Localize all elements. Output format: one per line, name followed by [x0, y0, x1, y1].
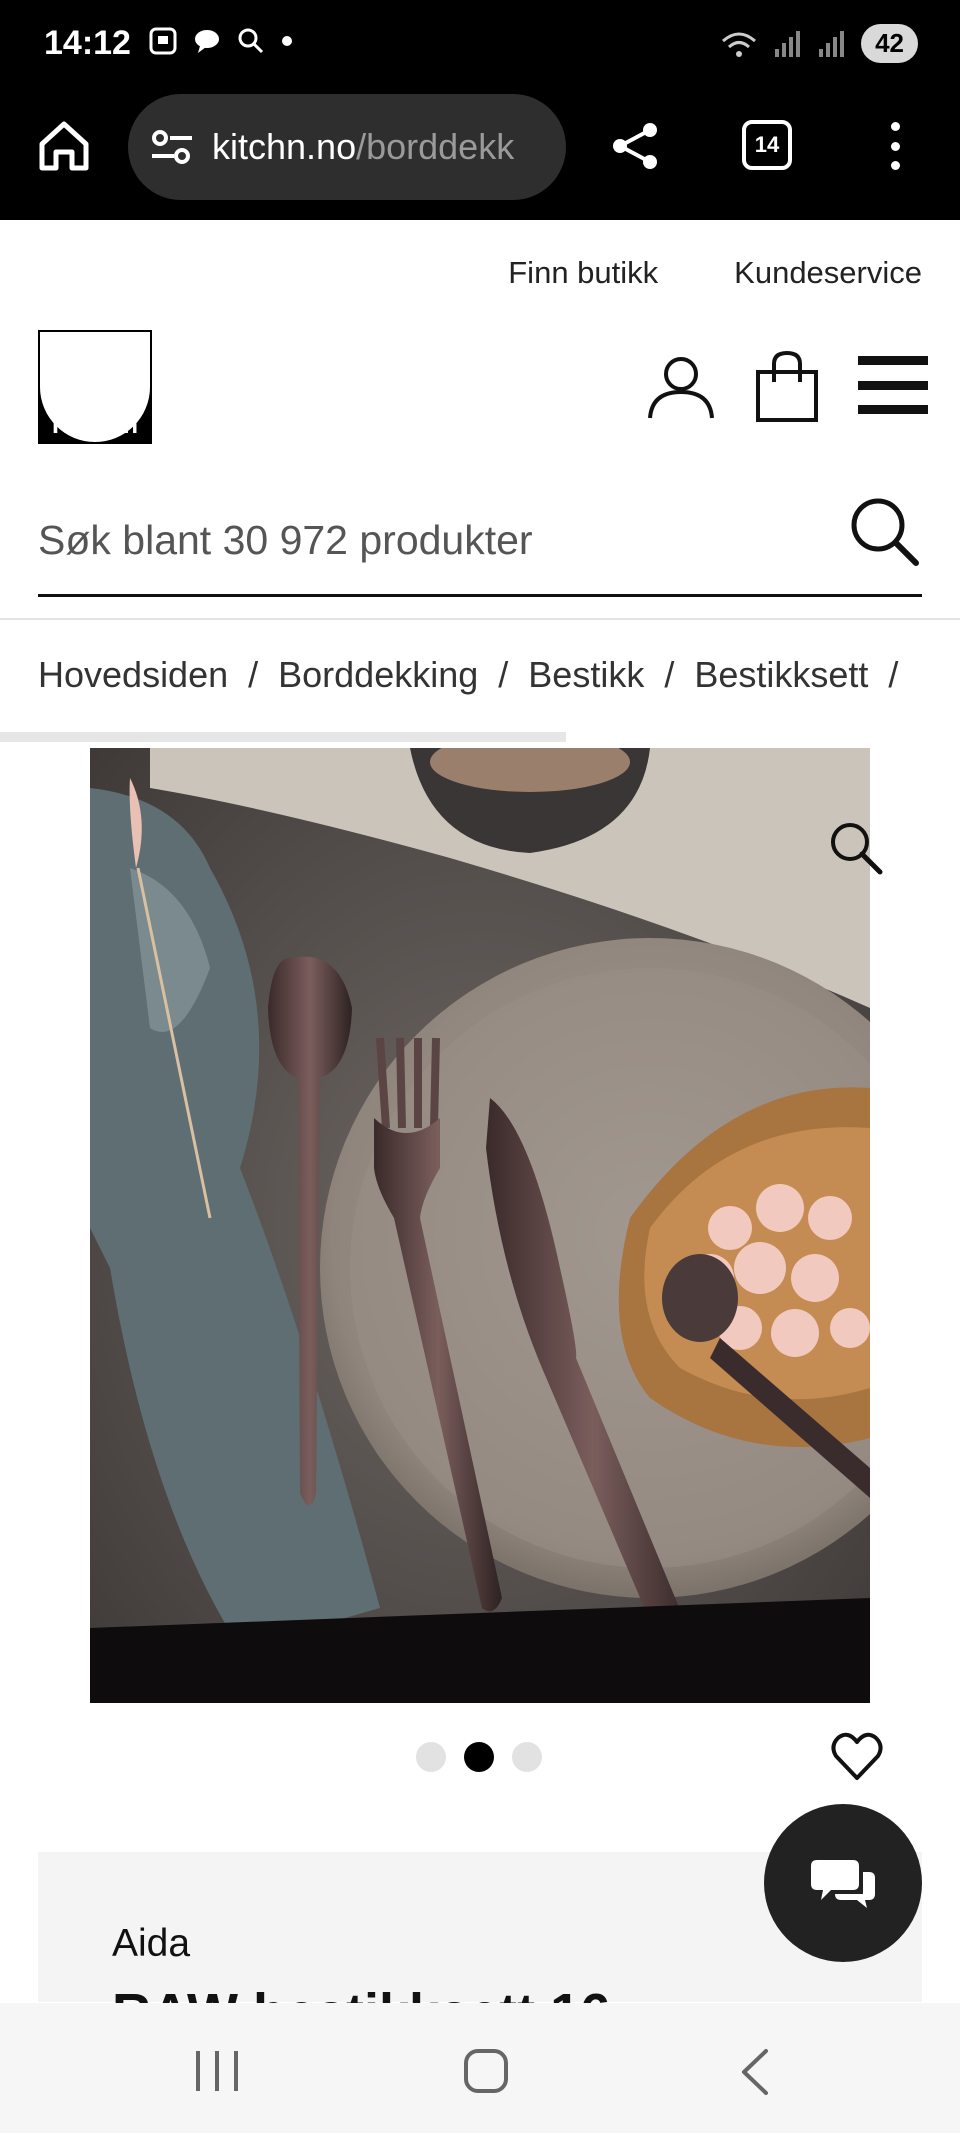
breadcrumb-item-borddekking[interactable]: Borddekking [278, 654, 478, 696]
carousel-dot[interactable] [416, 1742, 446, 1772]
favorite-heart-icon[interactable] [830, 1730, 884, 1784]
product-brand[interactable]: Aida [112, 1922, 190, 1966]
breadcrumb-item-home[interactable]: Hovedsiden [38, 654, 228, 696]
browser-menu-button[interactable] [880, 118, 910, 174]
chat-button[interactable] [764, 1804, 922, 1962]
product-photo-illustration [90, 748, 870, 1703]
tab-switcher-button[interactable]: 14 [742, 120, 792, 170]
carousel-dot[interactable] [512, 1742, 542, 1772]
status-bar: 14:12 42 [0, 0, 960, 90]
share-icon[interactable] [608, 118, 664, 174]
address-bar[interactable]: kitchn.no/borddekk [128, 94, 566, 200]
carousel-dots [416, 1742, 542, 1772]
home-button-icon[interactable] [464, 2049, 508, 2093]
carousel-dot-active[interactable] [464, 1742, 494, 1772]
kitchn-logo[interactable]: Kitch´n [38, 330, 152, 444]
back-icon[interactable] [736, 2047, 776, 2097]
breadcrumb-scrollbar[interactable] [0, 732, 566, 742]
breadcrumb: Hovedsiden / Borddekking / Bestikk / Bes… [38, 654, 898, 696]
account-icon[interactable] [646, 352, 716, 422]
battery-indicator: 42 [861, 24, 918, 63]
zoom-icon[interactable] [826, 818, 886, 878]
browser-toolbar: kitchn.no/borddekk 14 [0, 90, 960, 220]
recent-apps-icon[interactable] [196, 2051, 238, 2091]
logo-text: Kitch´n [51, 411, 139, 439]
breadcrumb-separator: / [248, 654, 259, 695]
signal-icon [775, 30, 801, 57]
shopping-bag-icon[interactable] [754, 350, 820, 424]
screenshot-icon [149, 27, 177, 55]
breadcrumb-item-bestikksett[interactable]: Bestikksett [694, 654, 868, 696]
search-icon[interactable] [846, 493, 922, 569]
search-bar [38, 485, 922, 597]
status-notification-icons [148, 26, 294, 56]
wifi-icon [722, 32, 757, 57]
chat-icon [811, 1860, 875, 1908]
find-store-link[interactable]: Finn butikk [508, 255, 658, 291]
breadcrumb-separator: / [664, 654, 675, 695]
search-icon [238, 28, 264, 54]
chat-bubble-icon [195, 30, 219, 53]
hamburger-menu-icon[interactable] [858, 356, 928, 414]
product-image[interactable] [90, 748, 870, 1703]
status-system-icons: 42 [719, 24, 918, 63]
breadcrumb-item-bestikk[interactable]: Bestikk [528, 654, 644, 696]
top-links: Finn butikk Kundeservice [508, 255, 922, 291]
customer-service-link[interactable]: Kundeservice [734, 255, 922, 291]
breadcrumb-separator: / [498, 654, 509, 695]
search-input[interactable] [38, 505, 818, 575]
breadcrumb-separator: / [888, 654, 899, 695]
home-icon[interactable] [36, 118, 92, 174]
system-nav-bar [0, 2003, 960, 2133]
dot-icon [282, 36, 292, 46]
signal-icon [819, 30, 845, 57]
status-time: 14:12 [44, 24, 131, 62]
url-text: kitchn.no/borddekk [212, 126, 515, 167]
header-divider [0, 618, 960, 620]
site-settings-icon[interactable] [150, 127, 194, 167]
